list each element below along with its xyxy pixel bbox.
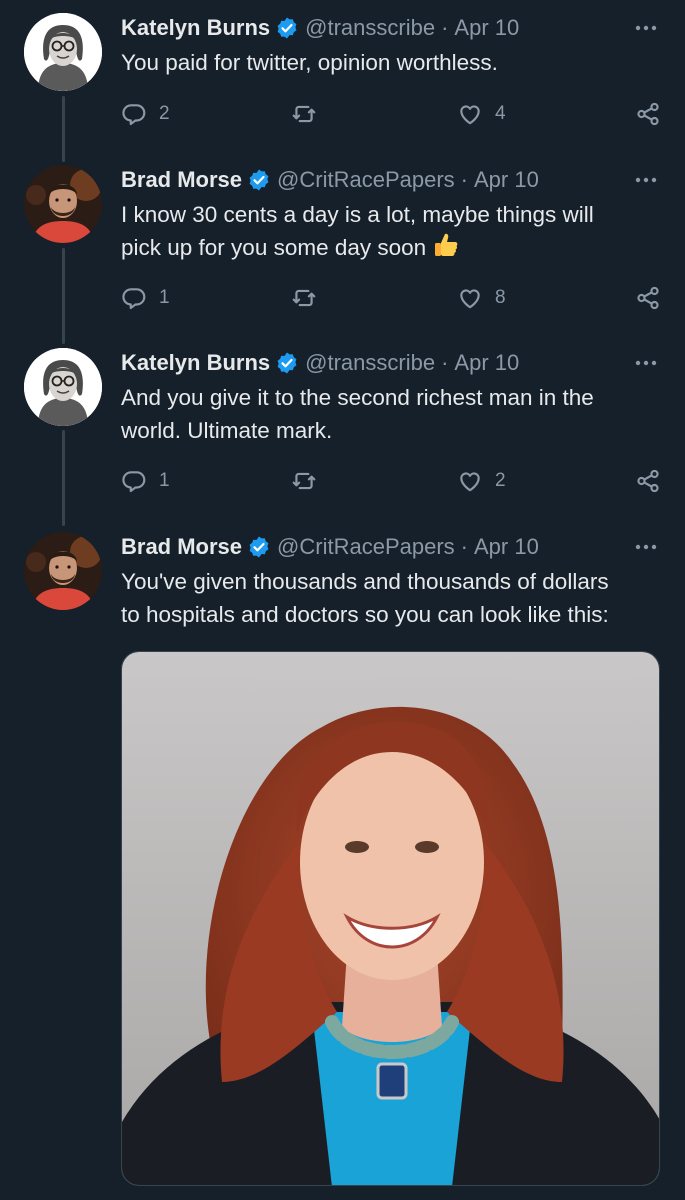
tweet-date[interactable]: Apr 10	[454, 350, 519, 376]
author-name[interactable]: Katelyn Burns	[121, 15, 270, 41]
share-button[interactable]	[635, 101, 661, 127]
more-options-icon[interactable]	[631, 534, 661, 558]
share-icon	[637, 286, 659, 310]
retweet-button[interactable]	[291, 101, 329, 127]
share-button[interactable]	[635, 468, 661, 494]
tweet-date[interactable]: Apr 10	[474, 534, 539, 560]
tweet-text-line: And you give it to the second richest ma…	[121, 385, 594, 410]
portrait-photo	[122, 652, 659, 1185]
tweet-text: I know 30 cents a day is a lot, maybe th…	[121, 198, 661, 264]
reply-icon	[122, 104, 146, 126]
separator-dot: ·	[441, 15, 449, 40]
reply-button[interactable]: 1	[121, 468, 170, 494]
retweet-button[interactable]	[291, 468, 329, 494]
tweet-text: You've given thousands and thousands of …	[121, 565, 661, 631]
author-handle[interactable]: @transscribe	[305, 15, 435, 41]
more-options-icon[interactable]	[631, 15, 661, 39]
retweet-icon	[292, 289, 316, 307]
verified-badge-icon	[277, 352, 297, 374]
more-options-icon[interactable]	[631, 350, 661, 374]
more-options-icon[interactable]	[631, 167, 661, 191]
like-count: 4	[495, 103, 506, 124]
retweet-icon	[292, 472, 316, 490]
avatar[interactable]	[24, 348, 102, 426]
tweet-text-line: to hospitals and doctors so you can look…	[121, 602, 609, 627]
thread-line	[62, 430, 65, 526]
thumbs-up-emoji-icon	[435, 233, 458, 256]
avatar[interactable]	[24, 13, 102, 91]
tweet-text-line: pick up for you some day soon	[121, 231, 661, 264]
like-count: 8	[495, 287, 506, 308]
heart-icon	[460, 105, 480, 125]
like-button[interactable]: 2	[457, 468, 506, 494]
author-handle[interactable]: @CritRacePapers	[277, 167, 455, 193]
tweet-text: You paid for twitter, opinion worthless.	[121, 50, 498, 75]
avatar[interactable]	[24, 532, 102, 610]
like-count: 2	[495, 470, 506, 491]
reply-count: 2	[159, 103, 170, 124]
verified-badge-icon	[249, 169, 269, 191]
tweet-text: And you give it to the second richest ma…	[121, 381, 661, 447]
separator-dot: ·	[460, 167, 468, 192]
tweet-text-line: You've given thousands and thousands of …	[121, 569, 609, 594]
share-icon	[637, 102, 659, 126]
author-name[interactable]: Brad Morse	[121, 534, 242, 560]
thread-line	[62, 248, 65, 344]
tweet-date[interactable]: Apr 10	[454, 15, 519, 41]
share-icon	[637, 469, 659, 493]
tweet-text-line: I know 30 cents a day is a lot, maybe th…	[121, 202, 594, 227]
tweet-text-line-content: pick up for you some day soon	[121, 235, 427, 260]
avatar-brad-icon	[24, 165, 102, 243]
retweet-button[interactable]	[291, 285, 329, 311]
heart-icon	[460, 472, 480, 492]
reply-button[interactable]: 1	[121, 285, 170, 311]
separator-dot: ·	[460, 534, 468, 559]
author-handle[interactable]: @CritRacePapers	[277, 534, 455, 560]
tweet-media-photo[interactable]	[121, 651, 660, 1186]
verified-badge-icon	[277, 17, 297, 39]
like-button[interactable]: 8	[457, 285, 506, 311]
tweet-date[interactable]: Apr 10	[474, 167, 539, 193]
avatar-katelyn-icon	[24, 348, 102, 426]
avatar-brad-icon	[24, 532, 102, 610]
reply-icon	[122, 471, 146, 493]
tweet-text-line: world. Ultimate mark.	[121, 418, 333, 443]
verified-badge-icon	[249, 536, 269, 558]
avatar[interactable]	[24, 165, 102, 243]
retweet-icon	[292, 105, 316, 123]
like-button[interactable]: 4	[457, 101, 506, 127]
share-button[interactable]	[635, 285, 661, 311]
thread-line	[62, 96, 65, 162]
reply-icon	[122, 288, 146, 310]
reply-count: 1	[159, 470, 170, 491]
separator-dot: ·	[441, 350, 449, 375]
heart-icon	[460, 289, 480, 309]
author-name[interactable]: Katelyn Burns	[121, 350, 270, 376]
reply-button[interactable]: 2	[121, 101, 170, 127]
reply-count: 1	[159, 287, 170, 308]
avatar-katelyn-icon	[24, 13, 102, 91]
author-handle[interactable]: @transscribe	[305, 350, 435, 376]
author-name[interactable]: Brad Morse	[121, 167, 242, 193]
